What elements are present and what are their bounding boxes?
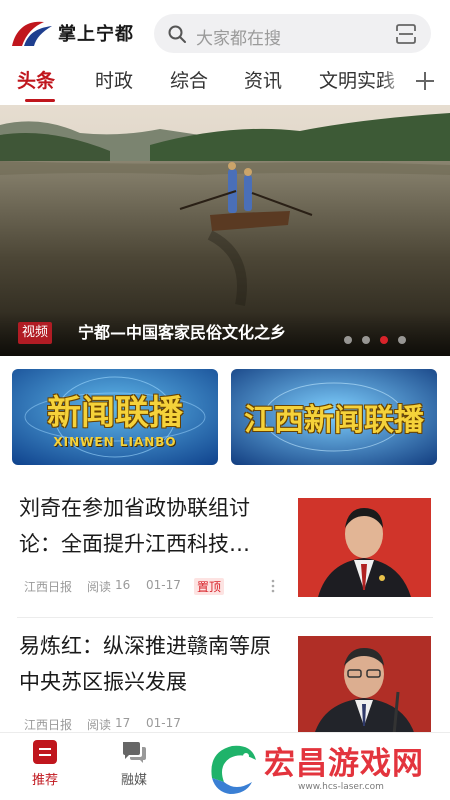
program-title: 江西新闻联播	[244, 403, 424, 438]
news-reads-count: 17	[115, 716, 131, 730]
news-thumbnail[interactable]	[298, 498, 431, 597]
program-title: 新闻联播	[47, 393, 183, 433]
watermark-text: 宏昌游戏网	[264, 746, 424, 782]
tab-politics[interactable]: 时政	[95, 66, 133, 93]
app-name: 掌上宁都	[58, 24, 134, 45]
banner-carousel[interactable]	[0, 105, 450, 356]
pinned-tag: 置顶	[194, 578, 225, 595]
video-badge: 视频	[18, 322, 53, 344]
app-logo[interactable]: 掌上宁都	[10, 18, 134, 48]
recommend-icon	[33, 740, 57, 764]
news-reads-label: 阅读	[87, 718, 112, 732]
app-logo-icon	[12, 21, 52, 46]
search-icon	[168, 25, 186, 43]
divider	[17, 617, 433, 618]
app-header: 掌上宁都 大家都在搜	[0, 0, 450, 62]
program-subtitle: XINWEN LIANBO	[53, 435, 177, 449]
dragon-logo	[211, 745, 256, 794]
tab-news[interactable]: 资讯	[244, 66, 282, 93]
chat-bubbles-icon	[123, 742, 146, 763]
tab-headlines[interactable]: 头条	[17, 66, 55, 93]
news-source: 江西日报	[24, 718, 73, 732]
news-thumbnail[interactable]	[298, 636, 431, 735]
carousel-indicator	[344, 336, 406, 344]
site-watermark: 宏昌游戏网 www.hcs-laser.com	[200, 738, 446, 798]
nav-media-label: 融媒	[120, 773, 147, 788]
program-card-xinwen-lianbo[interactable]: 新闻联播 XINWEN LIANBO	[12, 369, 218, 465]
plus-icon[interactable]	[412, 68, 438, 94]
person-photo	[298, 498, 431, 597]
news-source: 江西日报	[24, 580, 73, 594]
active-tab-indicator	[25, 99, 55, 102]
news-date: 01-17	[146, 716, 181, 730]
news-title[interactable]: 易炼红：纵深推进赣南等原中央苏区振兴发展	[19, 628, 277, 700]
person-photo	[298, 636, 431, 735]
carousel-dot[interactable]	[344, 336, 352, 344]
search-placeholder: 大家都在搜	[196, 29, 281, 49]
search-input[interactable]: 大家都在搜	[154, 14, 431, 53]
carousel-dot-active[interactable]	[380, 336, 388, 344]
news-reads-label: 阅读	[87, 580, 112, 594]
tabs-fade	[380, 62, 410, 98]
news-date: 01-17	[146, 578, 181, 592]
news-title[interactable]: 刘奇在参加省政协联组讨论：全面提升江西科技…	[19, 490, 277, 562]
news-reads-count: 16	[115, 578, 131, 592]
more-options-icon[interactable]	[270, 578, 276, 594]
tab-general[interactable]: 综合	[170, 66, 208, 93]
watermark-url: www.hcs-laser.com	[298, 782, 384, 792]
program-card-jiangxi-xinwen-lianbo[interactable]: 江西新闻联播	[231, 369, 437, 465]
banner-title[interactable]: 宁都—中国客家民俗文化之乡	[78, 322, 286, 344]
nav-recommend[interactable]: 推荐	[15, 739, 75, 788]
carousel-dot[interactable]	[398, 336, 406, 344]
carousel-dot[interactable]	[362, 336, 370, 344]
scan-icon[interactable]	[395, 23, 417, 45]
nav-recommend-label: 推荐	[31, 773, 58, 788]
nav-media[interactable]: 融媒	[104, 739, 164, 788]
